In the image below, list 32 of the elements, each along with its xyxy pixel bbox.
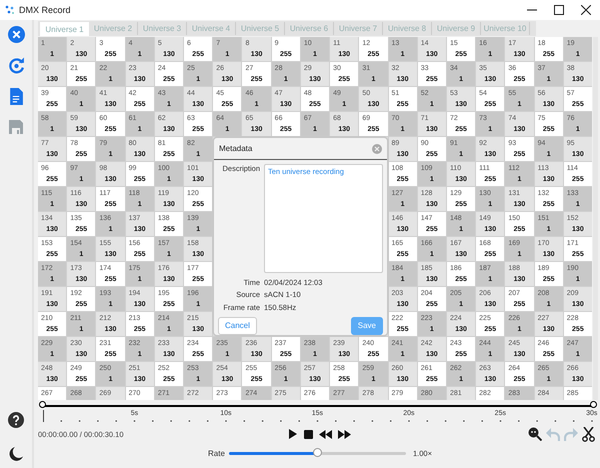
dialog-title: Metadata <box>219 144 252 154</box>
play-icon[interactable] <box>288 429 298 439</box>
universe-tab[interactable]: Universe 1 <box>40 22 89 36</box>
slider-thumb[interactable] <box>312 448 322 456</box>
document-icon[interactable] <box>9 88 23 105</box>
help-icon[interactable] <box>8 412 24 428</box>
app-icon <box>5 5 15 15</box>
rate-label: Rate <box>208 448 226 458</box>
moon-icon[interactable] <box>8 446 24 462</box>
rewind-icon[interactable] <box>319 430 332 438</box>
refresh-icon[interactable] <box>8 57 24 74</box>
stop-icon[interactable] <box>304 430 313 438</box>
universe-tab[interactable]: Universe 4 <box>187 22 236 35</box>
window-title: DMX Record <box>19 5 71 15</box>
universe-tab[interactable]: Universe 9 <box>432 22 481 35</box>
universe-tab[interactable]: Universe 5 <box>236 22 285 35</box>
close-icon[interactable] <box>581 5 591 15</box>
scissors-icon[interactable] <box>582 426 595 442</box>
maximize-icon[interactable] <box>554 5 564 15</box>
scrollbar[interactable] <box>593 37 598 400</box>
fast-forward-icon[interactable] <box>338 430 351 438</box>
universe-tab[interactable]: Universe 10 <box>481 22 530 35</box>
universe-tab[interactable]: Universe 6 <box>285 22 334 35</box>
zoom-icon[interactable] <box>528 427 542 441</box>
cancel-button[interactable]: Cancel <box>218 316 257 335</box>
universe-tab[interactable]: Universe 2 <box>89 22 138 35</box>
save-button[interactable]: Save <box>350 316 383 335</box>
universe-tab[interactable]: Universe 7 <box>334 22 383 35</box>
universe-tab[interactable]: Universe 8 <box>383 22 432 35</box>
timeline-handle[interactable] <box>39 401 46 408</box>
universe-tab[interactable]: Universe 3 <box>138 22 187 35</box>
timeline-handle[interactable] <box>590 401 597 408</box>
